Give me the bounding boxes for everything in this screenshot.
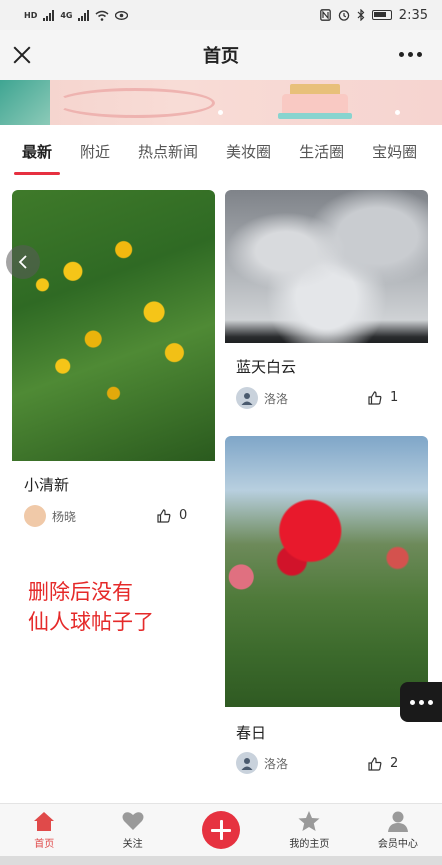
signal-icon — [78, 9, 90, 21]
post-title: 蓝天白云 — [236, 358, 297, 376]
like-button[interactable]: 2 — [368, 756, 398, 771]
post-card[interactable]: 小清新 杨晓 0 — [12, 190, 215, 540]
nfc-icon — [319, 9, 331, 21]
banner-ribbon — [55, 88, 215, 118]
post-author: 洛洛 — [236, 752, 288, 774]
tab-hot-news[interactable]: 热点新闻 — [138, 125, 198, 179]
banner-pedestal-base — [278, 113, 352, 119]
heart-icon — [121, 810, 145, 832]
post-author: 洛洛 — [236, 387, 288, 409]
add-icon — [202, 811, 241, 849]
post-title: 春日 — [236, 724, 267, 742]
nav-label: 关注 — [122, 839, 143, 850]
status-bar: HD 4G 2:35 — [0, 0, 442, 30]
alarm-icon — [338, 10, 350, 21]
clock: 2:35 — [398, 7, 428, 23]
banner-decoration — [0, 80, 50, 125]
like-count: 2 — [390, 756, 399, 771]
post-image — [12, 190, 215, 461]
tab-nearby[interactable]: 附近 — [80, 125, 110, 179]
nav-member-center[interactable]: 会员中心 — [354, 804, 442, 856]
tab-life[interactable]: 生活圈 — [299, 125, 344, 179]
star-icon — [297, 810, 321, 832]
like-count: 0 — [179, 508, 188, 523]
annotation-note: 删除后没有 仙人球帖子了 — [28, 577, 228, 637]
post-author: 杨晓 — [24, 505, 76, 527]
user-avatar-icon — [241, 393, 253, 405]
more-icon[interactable] — [399, 52, 422, 57]
banner-indicator-dot — [395, 110, 400, 115]
post-image — [225, 436, 428, 707]
title-bar: 首页 — [0, 30, 442, 80]
banner-indicator-dot — [218, 110, 223, 115]
thumbs-up-icon — [157, 508, 171, 523]
author-name: 洛洛 — [264, 756, 289, 771]
category-tabs: 最新 附近 热点新闻 美妆圈 生活圈 宝妈圈 — [0, 125, 442, 179]
annotation-line: 删除后没有 — [28, 580, 133, 604]
post-card[interactable]: 春日 洛洛 2 — [225, 436, 428, 786]
status-right: 2:35 — [319, 7, 428, 23]
author-name: 杨晓 — [52, 509, 77, 524]
page-title: 首页 — [203, 46, 239, 67]
like-button[interactable]: 1 — [368, 390, 398, 405]
annotation-line: 仙人球帖子了 — [28, 610, 154, 634]
network-badge: 4G — [60, 10, 73, 20]
tab-beauty[interactable]: 美妆圈 — [226, 125, 271, 179]
post-card[interactable]: 蓝天白云 洛洛 1 — [225, 190, 428, 420]
avatar — [236, 752, 258, 774]
wifi-icon — [96, 10, 109, 21]
nav-follow[interactable]: 关注 — [88, 804, 176, 856]
battery-icon — [371, 10, 392, 20]
close-icon[interactable] — [10, 43, 34, 67]
nav-my-page[interactable]: 我的主页 — [265, 804, 353, 856]
user-avatar-icon — [241, 758, 253, 770]
tab-latest[interactable]: 最新 — [13, 125, 61, 179]
nav-add-post[interactable] — [177, 804, 265, 856]
like-count: 1 — [390, 390, 399, 405]
nav-label: 会员中心 — [377, 839, 418, 850]
home-icon — [32, 810, 56, 832]
hd-badge: HD — [24, 10, 38, 20]
post-image — [225, 190, 428, 343]
avatar — [236, 387, 258, 409]
floating-more-button[interactable] — [400, 682, 442, 722]
bluetooth-icon — [357, 9, 365, 21]
nav-home[interactable]: 首页 — [0, 804, 88, 856]
thumbs-up-icon — [368, 390, 382, 405]
prev-arrow-button[interactable] — [6, 245, 40, 279]
promo-banner[interactable] — [0, 80, 442, 125]
gesture-bar — [0, 856, 442, 865]
nav-label: 首页 — [34, 839, 55, 850]
avatar — [24, 505, 46, 527]
like-button[interactable]: 0 — [157, 508, 187, 523]
chevron-left-icon — [18, 255, 27, 269]
eye-icon — [115, 10, 129, 20]
nav-label: 我的主页 — [289, 839, 330, 850]
bottom-nav: 首页 关注 我的主页 会员中心 — [0, 803, 442, 856]
signal-icon — [43, 9, 55, 21]
user-icon — [386, 810, 410, 832]
post-title: 小清新 — [24, 476, 70, 494]
thumbs-up-icon — [368, 756, 382, 771]
author-name: 洛洛 — [264, 391, 289, 406]
tab-moms[interactable]: 宝妈圈 — [372, 125, 417, 179]
status-left: HD 4G — [24, 9, 129, 21]
